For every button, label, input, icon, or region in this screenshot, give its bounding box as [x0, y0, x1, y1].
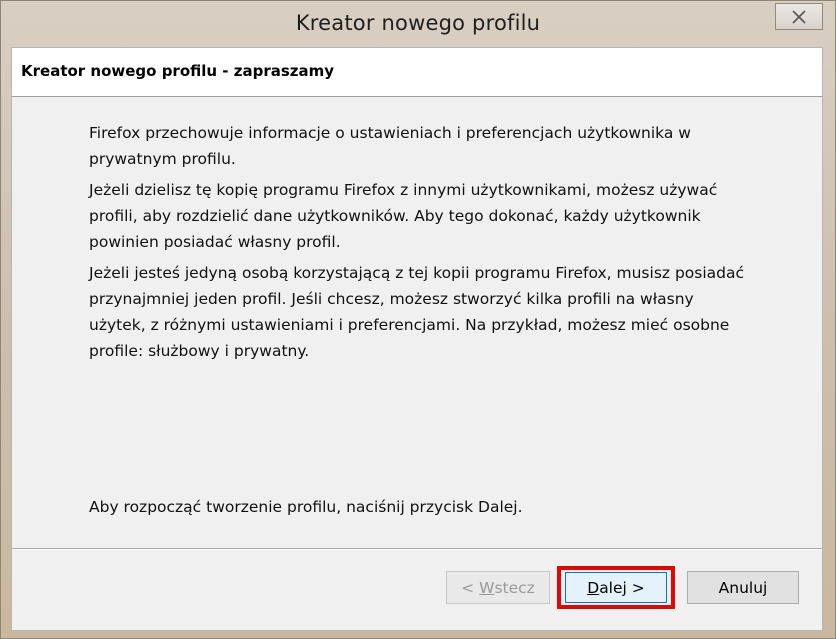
wizard-header: Kreator nowego profilu - zapraszamy [12, 48, 822, 97]
next-button-rest: alej > [599, 578, 645, 597]
button-separator [12, 548, 822, 550]
intro-text: Firefox przechowuje informacje o ustawie… [89, 120, 749, 369]
title-bar[interactable]: Kreator nowego profilu [1, 1, 835, 47]
back-button[interactable]: < Wstecz [446, 571, 550, 604]
back-button-prefix: < [461, 578, 480, 597]
next-button[interactable]: Dalej > [565, 572, 667, 603]
instruction-text: Aby rozpocząć tworzenie profilu, naciśni… [89, 498, 523, 516]
page-title: Kreator nowego profilu - zapraszamy [21, 62, 335, 80]
intro-paragraph-3: Jeżeli jesteś jedyną osobą korzystającą … [89, 264, 745, 360]
back-button-accel: W [479, 578, 495, 597]
cancel-button[interactable]: Anuluj [687, 571, 799, 604]
cancel-button-label: Anuluj [718, 578, 768, 597]
intro-paragraph-2: Jeżeli dzielisz tę kopię programu Firefo… [89, 181, 718, 251]
intro-paragraph-1: Firefox przechowuje informacje o ustawie… [89, 124, 691, 168]
close-button[interactable] [775, 3, 823, 30]
close-icon [792, 9, 806, 24]
wizard-window: Kreator nowego profilu Kreator nowego pr… [0, 0, 836, 639]
back-button-rest: stecz [494, 578, 535, 597]
next-button-accel: D [587, 578, 600, 597]
window-title: Kreator nowego profilu [295, 11, 541, 35]
wizard-client-area: Kreator nowego profilu - zapraszamy Fire… [11, 47, 823, 631]
